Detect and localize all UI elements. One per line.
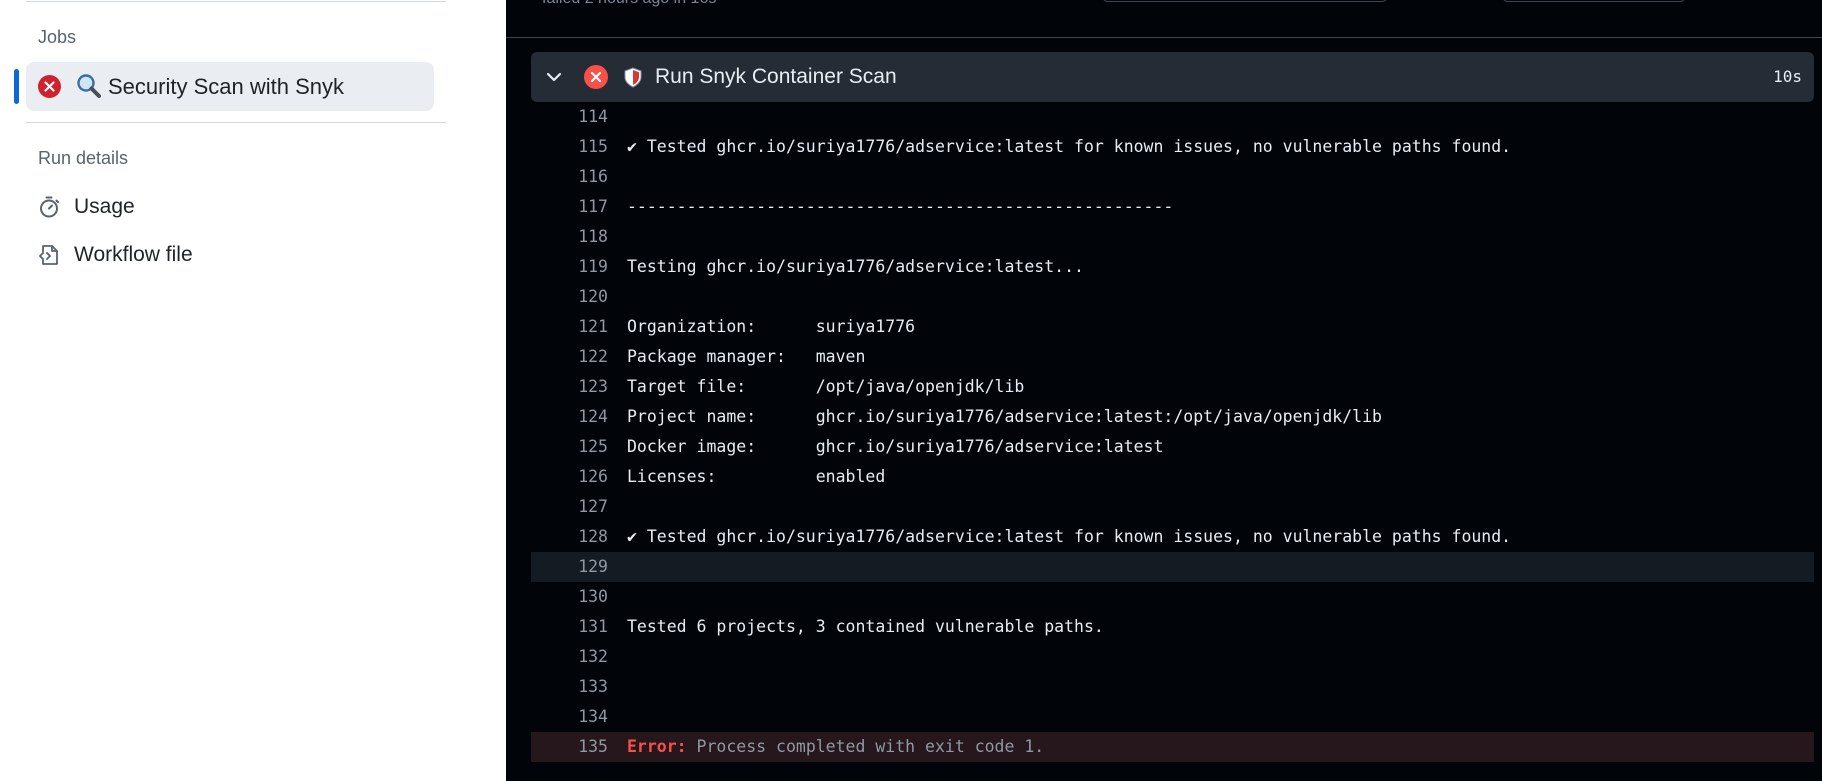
log-line[interactable]: 121 Organization: suriya1776	[531, 312, 1814, 342]
run-status-text: failed 2 hours ago in 16s	[542, 0, 716, 8]
line-number[interactable]: 134	[531, 702, 608, 732]
run-details-heading: Run details	[38, 148, 129, 168]
line-number[interactable]: 135	[531, 732, 608, 762]
log-text: Error: Process completed with exit code …	[627, 732, 1044, 762]
job-log-panel: failed 2 hours ago in 16s Run Snyk Conta…	[506, 0, 1822, 781]
log-line[interactable]: 127	[531, 492, 1814, 522]
log-line[interactable]: 118	[531, 222, 1814, 252]
log-text: Package manager: maven	[627, 347, 866, 366]
log-line[interactable]: 123 Target file: /opt/java/openjdk/lib	[531, 372, 1814, 402]
sidebar-divider	[26, 1, 446, 2]
line-number[interactable]: 120	[531, 282, 608, 312]
error-message: Process completed with exit code 1.	[686, 737, 1045, 756]
magnifying-glass-icon	[75, 72, 103, 100]
log-text: ✔ Tested ghcr.io/suriya1776/adservice:la…	[627, 527, 1512, 546]
line-number[interactable]: 121	[531, 312, 608, 342]
log-line[interactable]: 134	[531, 702, 1814, 732]
sidebar-link-label: Workflow file	[74, 243, 193, 266]
log-text: Target file: /opt/java/openjdk/lib	[627, 377, 1025, 396]
line-number[interactable]: 133	[531, 672, 608, 702]
log-text: Docker image: ghcr.io/suriya1776/adservi…	[627, 437, 1164, 456]
shield-icon	[622, 66, 644, 88]
step-duration: 10s	[1773, 67, 1802, 86]
log-line[interactable]: 115 ✔ Tested ghcr.io/suriya1776/adservice…	[531, 132, 1814, 162]
stopwatch-icon	[37, 195, 61, 219]
log-line[interactable]: 120	[531, 282, 1814, 312]
line-number[interactable]: 127	[531, 492, 608, 522]
line-number[interactable]: 118	[531, 222, 608, 252]
active-job-indicator	[14, 69, 19, 104]
line-number[interactable]: 116	[531, 162, 608, 192]
log-line[interactable]: 124 Project name: ghcr.io/suriya1776/adse…	[531, 402, 1814, 432]
log-text: Licenses: enabled	[627, 467, 886, 486]
jobs-heading: Jobs	[38, 27, 77, 47]
line-number[interactable]: 123	[531, 372, 608, 402]
log-line[interactable]: 125 Docker image: ghcr.io/suriya1776/adse…	[531, 432, 1814, 462]
line-number[interactable]: 122	[531, 342, 608, 372]
job-item-security-scan[interactable]: Security Scan with Snyk	[26, 62, 434, 111]
log-text: Project name: ghcr.io/suriya1776/adservi…	[627, 407, 1382, 426]
line-number[interactable]: 117	[531, 192, 608, 222]
sidebar-link-usage[interactable]: Usage	[26, 187, 446, 227]
failed-status-icon	[584, 65, 608, 89]
log-line[interactable]: 128 ✔ Tested ghcr.io/suriya1776/adservice…	[531, 522, 1814, 552]
header-divider	[506, 37, 1822, 38]
log-line[interactable]: 133	[531, 672, 1814, 702]
line-number[interactable]: 132	[531, 642, 608, 672]
log-line[interactable]: 116	[531, 162, 1814, 192]
log-line[interactable]: 130	[531, 582, 1814, 612]
log-text: ----------------------------------------…	[627, 197, 1174, 216]
log-text: Organization: suriya1776	[627, 317, 916, 336]
sidebar-divider	[26, 122, 446, 123]
log-line[interactable]: 117 -------------------------------------…	[531, 192, 1814, 222]
line-number[interactable]: 125	[531, 432, 608, 462]
line-number[interactable]: 126	[531, 462, 608, 492]
failed-status-icon	[38, 75, 61, 98]
log-line[interactable]: 119 Testing ghcr.io/suriya1776/adservice:…	[531, 252, 1814, 282]
line-number[interactable]: 131	[531, 612, 608, 642]
line-number[interactable]: 114	[531, 102, 608, 132]
log-line[interactable]: 126 Licenses: enabled	[531, 462, 1814, 492]
chevron-down-icon[interactable]	[543, 66, 565, 88]
sidebar: Jobs Security Scan with Snyk Run details…	[0, 0, 506, 781]
error-label: Error:	[627, 737, 687, 756]
sidebar-link-label: Usage	[74, 195, 135, 218]
file-code-icon	[37, 243, 61, 267]
log-output: 114 115 ✔ Tested ghcr.io/suriya1776/adserv…	[531, 102, 1814, 762]
log-text: ✔ Tested ghcr.io/suriya1776/adservice:la…	[627, 137, 1512, 156]
line-number[interactable]: 124	[531, 402, 608, 432]
step-title: Run Snyk Container Scan	[655, 65, 897, 88]
line-number[interactable]: 130	[531, 582, 608, 612]
step-header[interactable]: Run Snyk Container Scan 10s	[531, 52, 1814, 102]
log-options-button[interactable]	[1502, 0, 1686, 2]
line-number[interactable]: 129	[531, 552, 608, 582]
log-line[interactable]: 132	[531, 642, 1814, 672]
job-label: Security Scan with Snyk	[108, 74, 344, 99]
log-text: Testing ghcr.io/suriya1776/adservice:lat…	[627, 257, 1084, 276]
log-line-error[interactable]: 135 Error: Process completed with exit co…	[531, 732, 1814, 762]
log-line[interactable]: 122 Package manager: maven	[531, 342, 1814, 372]
line-number[interactable]: 115	[531, 132, 608, 162]
line-number[interactable]: 119	[531, 252, 608, 282]
sidebar-link-workflow-file[interactable]: Workflow file	[26, 235, 446, 275]
log-line[interactable]: 131 Tested 6 projects, 3 contained vulner…	[531, 612, 1814, 642]
log-line[interactable]: 114	[531, 102, 1814, 132]
search-logs-input[interactable]	[1102, 0, 1388, 2]
log-line[interactable]: 129	[531, 552, 1814, 582]
line-number[interactable]: 128	[531, 522, 608, 552]
log-text: Tested 6 projects, 3 contained vulnerabl…	[627, 617, 1104, 636]
